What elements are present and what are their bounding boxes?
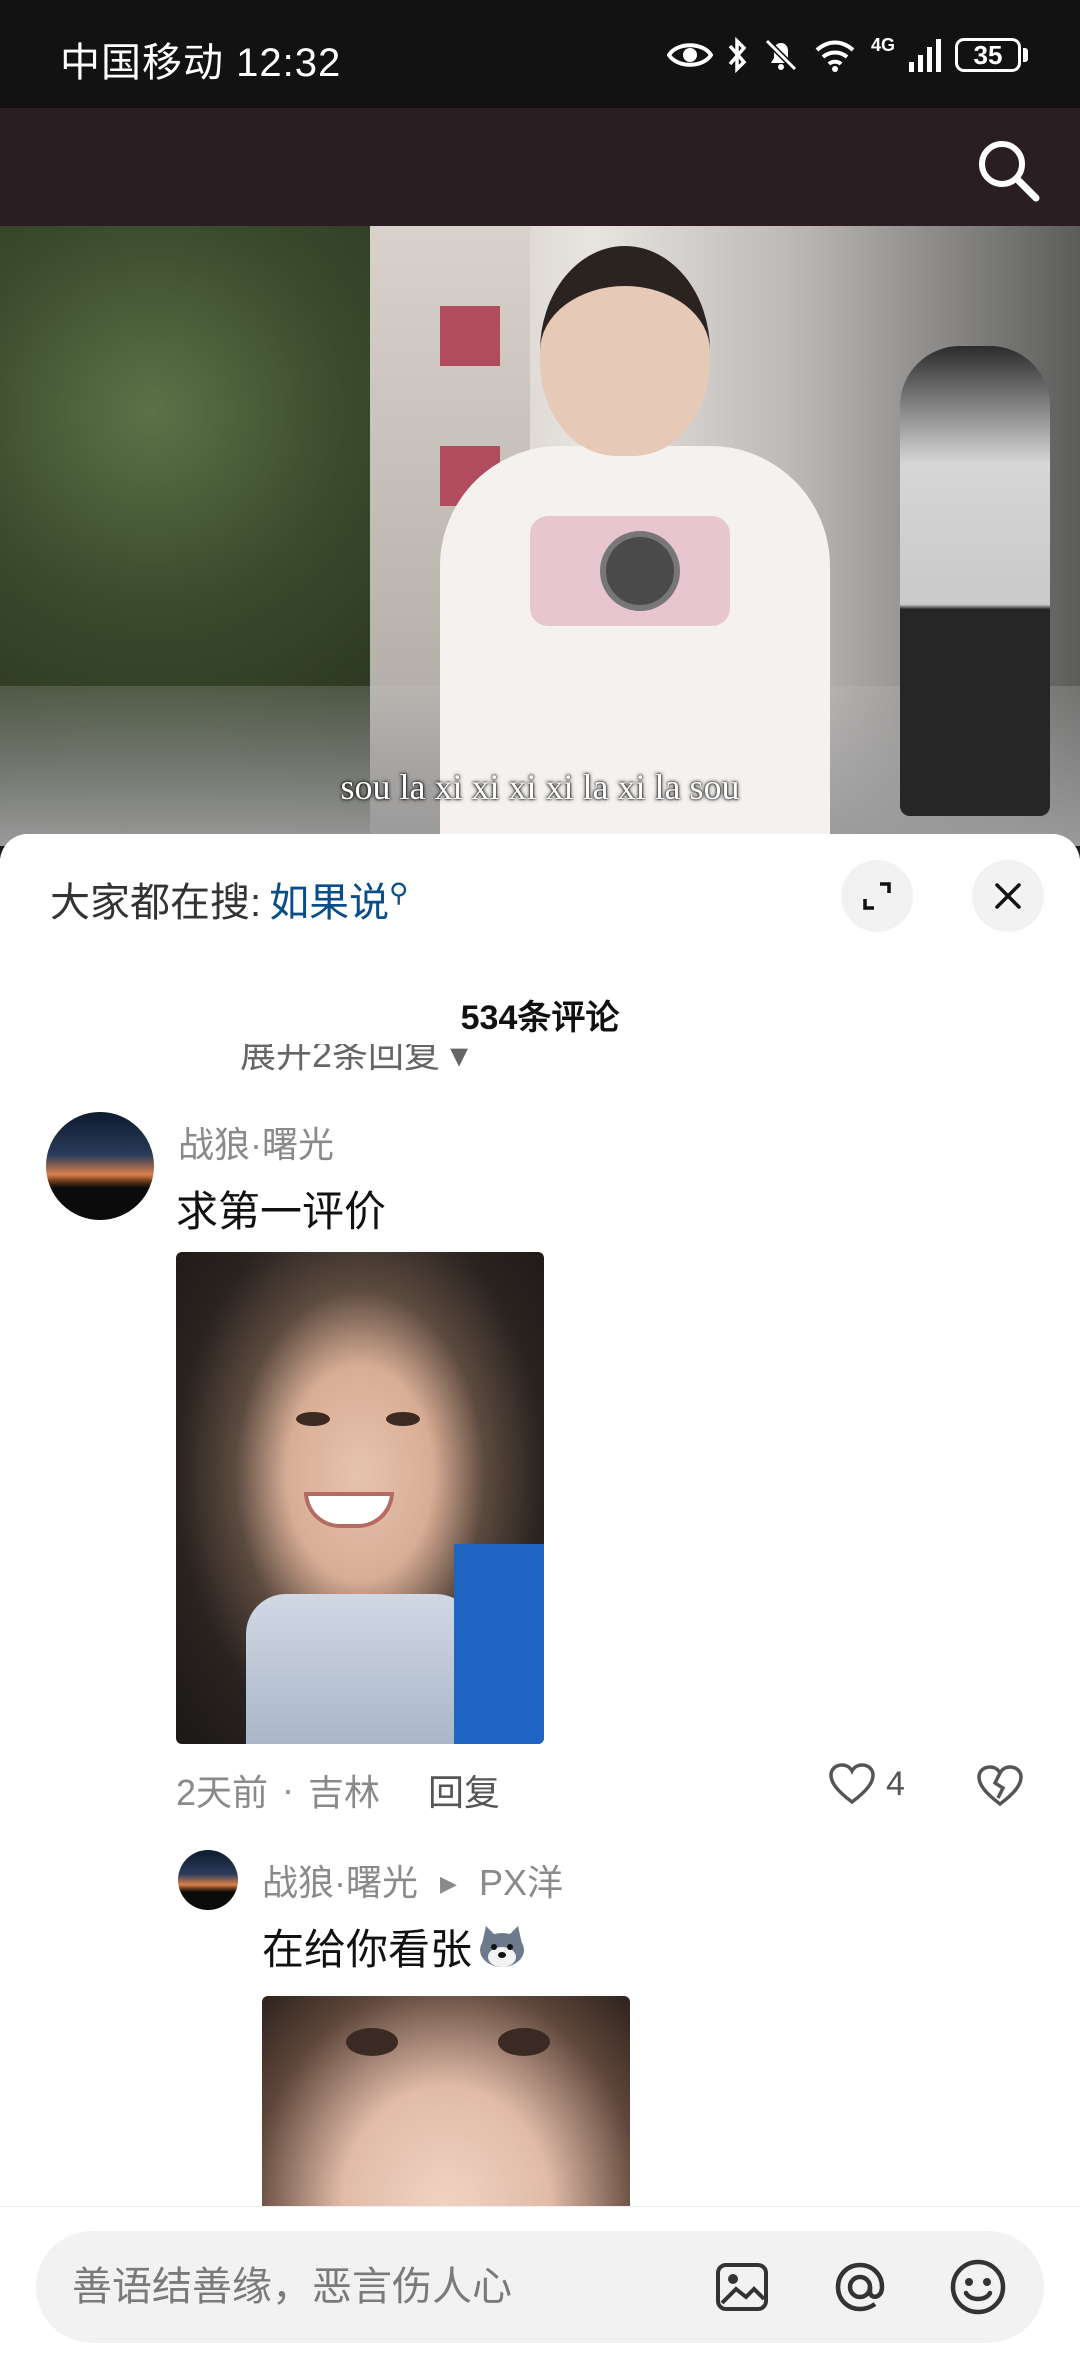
avatar[interactable]	[178, 1850, 238, 1910]
video-player[interactable]: sou la xi xi xi xi la xi la sou	[0, 226, 1080, 846]
close-button[interactable]	[972, 860, 1044, 932]
hot-search-keyword[interactable]: 如果说	[269, 881, 389, 925]
reply-button[interactable]: 回复	[428, 1764, 500, 1816]
reply-text: 在给你看张	[262, 1926, 473, 1973]
broken-heart-icon	[977, 1765, 1023, 1807]
bluetooth-icon	[728, 37, 747, 73]
comment-input[interactable]	[72, 2231, 692, 2343]
emoji-icon	[950, 2259, 1006, 2315]
dislike-button[interactable]	[976, 1764, 1024, 1813]
close-icon	[995, 883, 1021, 909]
hot-search[interactable]: 大家都在搜: 如果说⚲	[50, 870, 408, 928]
wifi-icon	[815, 40, 855, 72]
status-time: 12:32	[236, 41, 342, 85]
dog-emoji-icon	[480, 1926, 525, 1967]
battery-icon: 35	[955, 38, 1028, 72]
like-button[interactable]: 4	[828, 1762, 905, 1806]
image-button[interactable]	[710, 2255, 774, 2319]
mute-bell-icon	[764, 38, 798, 72]
avatar[interactable]	[46, 1112, 154, 1220]
at-icon	[835, 2262, 885, 2312]
comments-header: 大家都在搜: 如果说⚲ 534条评论	[0, 834, 1080, 1037]
status-icons: 4G 35	[666, 30, 1028, 80]
network-type: 4G	[870, 34, 895, 55]
reply-header: 战狼·曙光 ▶ PX洋	[262, 1854, 563, 1906]
emoji-button[interactable]	[946, 2255, 1010, 2319]
comment-image[interactable]	[176, 1252, 544, 1744]
eye-icon	[666, 43, 713, 67]
carrier-name: 中国移动	[60, 41, 224, 85]
expand-button[interactable]	[841, 860, 913, 932]
like-count: 4	[886, 1764, 905, 1803]
video-subtitle: sou la xi xi xi xi la xi la sou	[340, 767, 740, 807]
battery-level: 35	[973, 39, 1003, 70]
expand-replies-label: 展开2条回复	[240, 1034, 441, 1075]
reply-to-username[interactable]: PX洋	[479, 1862, 563, 1903]
comment-text: 求第一评价	[176, 1188, 387, 1235]
hot-search-label: 大家都在搜:	[50, 881, 262, 925]
comment-count: 534条评论	[460, 999, 620, 1037]
status-bar: 中国移动 12:32 4G 35	[0, 0, 1080, 108]
mention-button[interactable]	[828, 2255, 892, 2319]
comment-meta: 2天前 · 吉林 回复	[176, 1764, 500, 1816]
top-bar	[0, 108, 1080, 226]
reply-username[interactable]: 战狼·曙光	[262, 1862, 418, 1903]
video-person	[420, 246, 850, 846]
image-icon	[716, 2263, 768, 2311]
video-walker	[900, 346, 1050, 816]
heart-icon	[829, 1763, 875, 1805]
reply-text-row: 在给你看张	[262, 1916, 528, 1977]
signal-icon	[909, 39, 941, 72]
chevron-down-icon: ▾	[450, 1034, 469, 1075]
comment-time: 2天前	[176, 1772, 269, 1813]
comments-sheet: 大家都在搜: 如果说⚲ 534条评论 展开2条回复 ▾ 战狼·曙光 求第一评价 2…	[0, 834, 1080, 2374]
comment-input-bar	[0, 2206, 1080, 2374]
comment-input-container	[36, 2231, 1044, 2343]
search-icon	[979, 141, 1040, 202]
status-left: 中国移动 12:32	[60, 30, 341, 88]
comment-username[interactable]: 战狼·曙光	[178, 1116, 334, 1168]
search-button[interactable]	[974, 136, 1042, 204]
expand-icon	[863, 882, 891, 910]
reply-arrow-icon: ▶	[440, 1871, 457, 1896]
comment-location: 吉林	[308, 1772, 381, 1813]
small-search-icon: ⚲	[389, 877, 409, 908]
